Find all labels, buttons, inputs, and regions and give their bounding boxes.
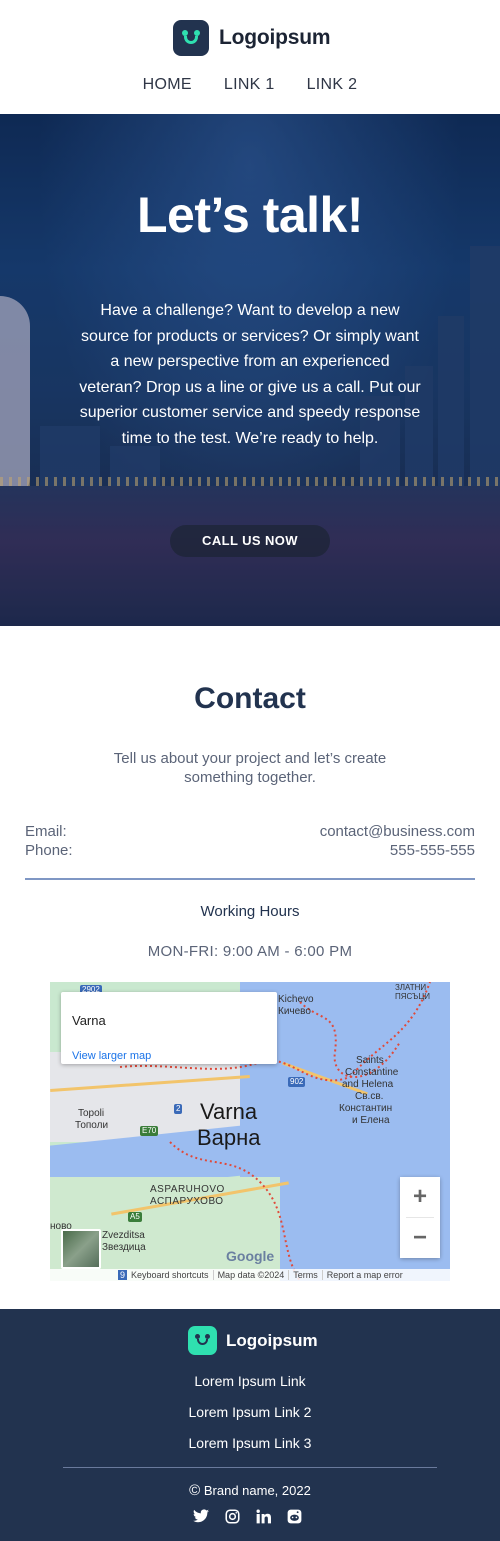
phone-label: Phone: xyxy=(25,842,73,859)
zoom-out-button[interactable]: − xyxy=(400,1218,440,1258)
nav-link-1[interactable]: LINK 1 xyxy=(224,76,275,94)
reddit-icon[interactable] xyxy=(286,1508,302,1524)
footer-logo-text: Logoipsum xyxy=(226,1330,318,1350)
map-label-and-helena: and Helena xyxy=(342,1079,394,1090)
road-shield-2: 2 xyxy=(174,1104,183,1114)
linkedin-icon[interactable] xyxy=(255,1508,271,1524)
hero-section: Let’s talk! Have a challenge? Want to de… xyxy=(0,114,500,626)
road-shield-a5: A5 xyxy=(128,1212,142,1222)
hero-title: Let’s talk! xyxy=(136,187,364,243)
nav-home[interactable]: HOME xyxy=(143,76,192,94)
map-city-varna-cyr: Варна xyxy=(197,1125,261,1150)
map-attribution-bar: 9 Keyboard shortcuts Map data ©2024 Term… xyxy=(50,1269,450,1281)
social-links xyxy=(193,1508,302,1524)
email-row: Email: contact@business.com xyxy=(25,823,475,840)
footer-logo-icon xyxy=(188,1326,217,1355)
road-shield-902: 902 xyxy=(288,1077,306,1087)
working-hours-value: MON-FRI: 9:00 AM - 6:00 PM xyxy=(147,943,353,960)
footer-link-3[interactable]: Lorem Ipsum Link 3 xyxy=(0,1435,500,1451)
zoom-in-button[interactable]: + xyxy=(400,1177,440,1217)
map-label-saints: Saints xyxy=(356,1055,384,1066)
google-logo: Google xyxy=(226,1248,275,1264)
footer-divider xyxy=(63,1467,437,1468)
road-shield-9: 9 xyxy=(118,1270,128,1280)
call-us-now-button[interactable]: CALL US NOW xyxy=(170,525,330,557)
map-data-text: Map data ©2024 xyxy=(212,1270,289,1280)
map-label-asparuhovo: ASPARUHOVO xyxy=(150,1184,225,1195)
map-label-topoli: Topoli xyxy=(78,1108,105,1119)
report-map-error-link[interactable]: Report a map error xyxy=(321,1270,407,1280)
satellite-toggle[interactable] xyxy=(61,1229,101,1269)
logo-icon xyxy=(173,20,209,56)
email-label: Email: xyxy=(25,823,67,840)
site-header: Logoipsum HOME LINK 1 LINK 2 xyxy=(0,0,500,114)
road-shield-e70: E70 xyxy=(140,1126,159,1136)
map-label-asparuhovo-cyr: АСПАРУХОВО xyxy=(150,1196,224,1207)
phone-value[interactable]: 555-555-555 xyxy=(390,842,475,859)
footer-logo[interactable]: Logoipsum xyxy=(188,1326,318,1355)
contact-title: Contact xyxy=(194,682,306,715)
map-place-name: Varna xyxy=(72,1013,106,1028)
map-place-card: Varna View larger map xyxy=(61,992,277,1064)
map-zoom-controls: + − xyxy=(400,1177,440,1258)
copyright: © Brand name, 2022 xyxy=(0,1482,500,1499)
instagram-icon[interactable] xyxy=(224,1508,240,1524)
map-label-zvezditsa: Zvezditsa xyxy=(102,1230,145,1241)
twitter-icon[interactable] xyxy=(193,1508,209,1524)
logo-text: Logoipsum xyxy=(219,26,331,49)
keyboard-shortcuts-link[interactable]: Keyboard shortcuts xyxy=(127,1270,213,1280)
footer-link-1[interactable]: Lorem Ipsum Link xyxy=(0,1373,500,1389)
contact-divider xyxy=(25,878,475,880)
map-label-kichevo-cyr: Кичево xyxy=(278,1006,311,1017)
map-label-pyasatsi: ПЯСЪЦИ xyxy=(395,992,431,1001)
hero-body: Have a challenge? Want to develop a new … xyxy=(79,302,421,447)
map-label-kichevo: Kichevo xyxy=(278,994,314,1005)
footer-link-2[interactable]: Lorem Ipsum Link 2 xyxy=(0,1404,500,1420)
terms-link[interactable]: Terms xyxy=(288,1270,322,1280)
map-label-i-elena: и Елена xyxy=(352,1115,390,1126)
embedded-map[interactable]: Kichevo Кичево ЗЛАТНИ ПЯСЪЦИ Saints Cons… xyxy=(50,982,450,1281)
map-label-zvezditsa-cyr: Звездица xyxy=(102,1242,146,1253)
map-label-sv-short: Св.св. xyxy=(355,1091,384,1102)
main-nav: HOME LINK 1 LINK 2 xyxy=(0,76,500,94)
map-city-varna: Varna xyxy=(200,1099,258,1124)
email-value[interactable]: contact@business.com xyxy=(320,823,475,840)
working-hours-title: Working Hours xyxy=(200,903,300,920)
contact-subtitle: Tell us about your project and let’s cre… xyxy=(113,750,387,786)
view-larger-map-link[interactable]: View larger map xyxy=(72,1050,151,1062)
copyright-text: Brand name, 2022 xyxy=(203,1483,311,1498)
phone-row: Phone: 555-555-555 xyxy=(25,842,475,859)
map-label-topoli-cyr: Тополи xyxy=(75,1120,109,1131)
copyright-icon: © xyxy=(189,1482,201,1499)
map-label-constantine: Constantine xyxy=(345,1067,399,1078)
nav-link-2[interactable]: LINK 2 xyxy=(307,76,358,94)
map-label-konstantin: Константин xyxy=(339,1103,393,1114)
header-logo[interactable]: Logoipsum xyxy=(173,20,331,56)
site-footer: Logoipsum Lorem Ipsum Link Lorem Ipsum L… xyxy=(0,1309,500,1541)
